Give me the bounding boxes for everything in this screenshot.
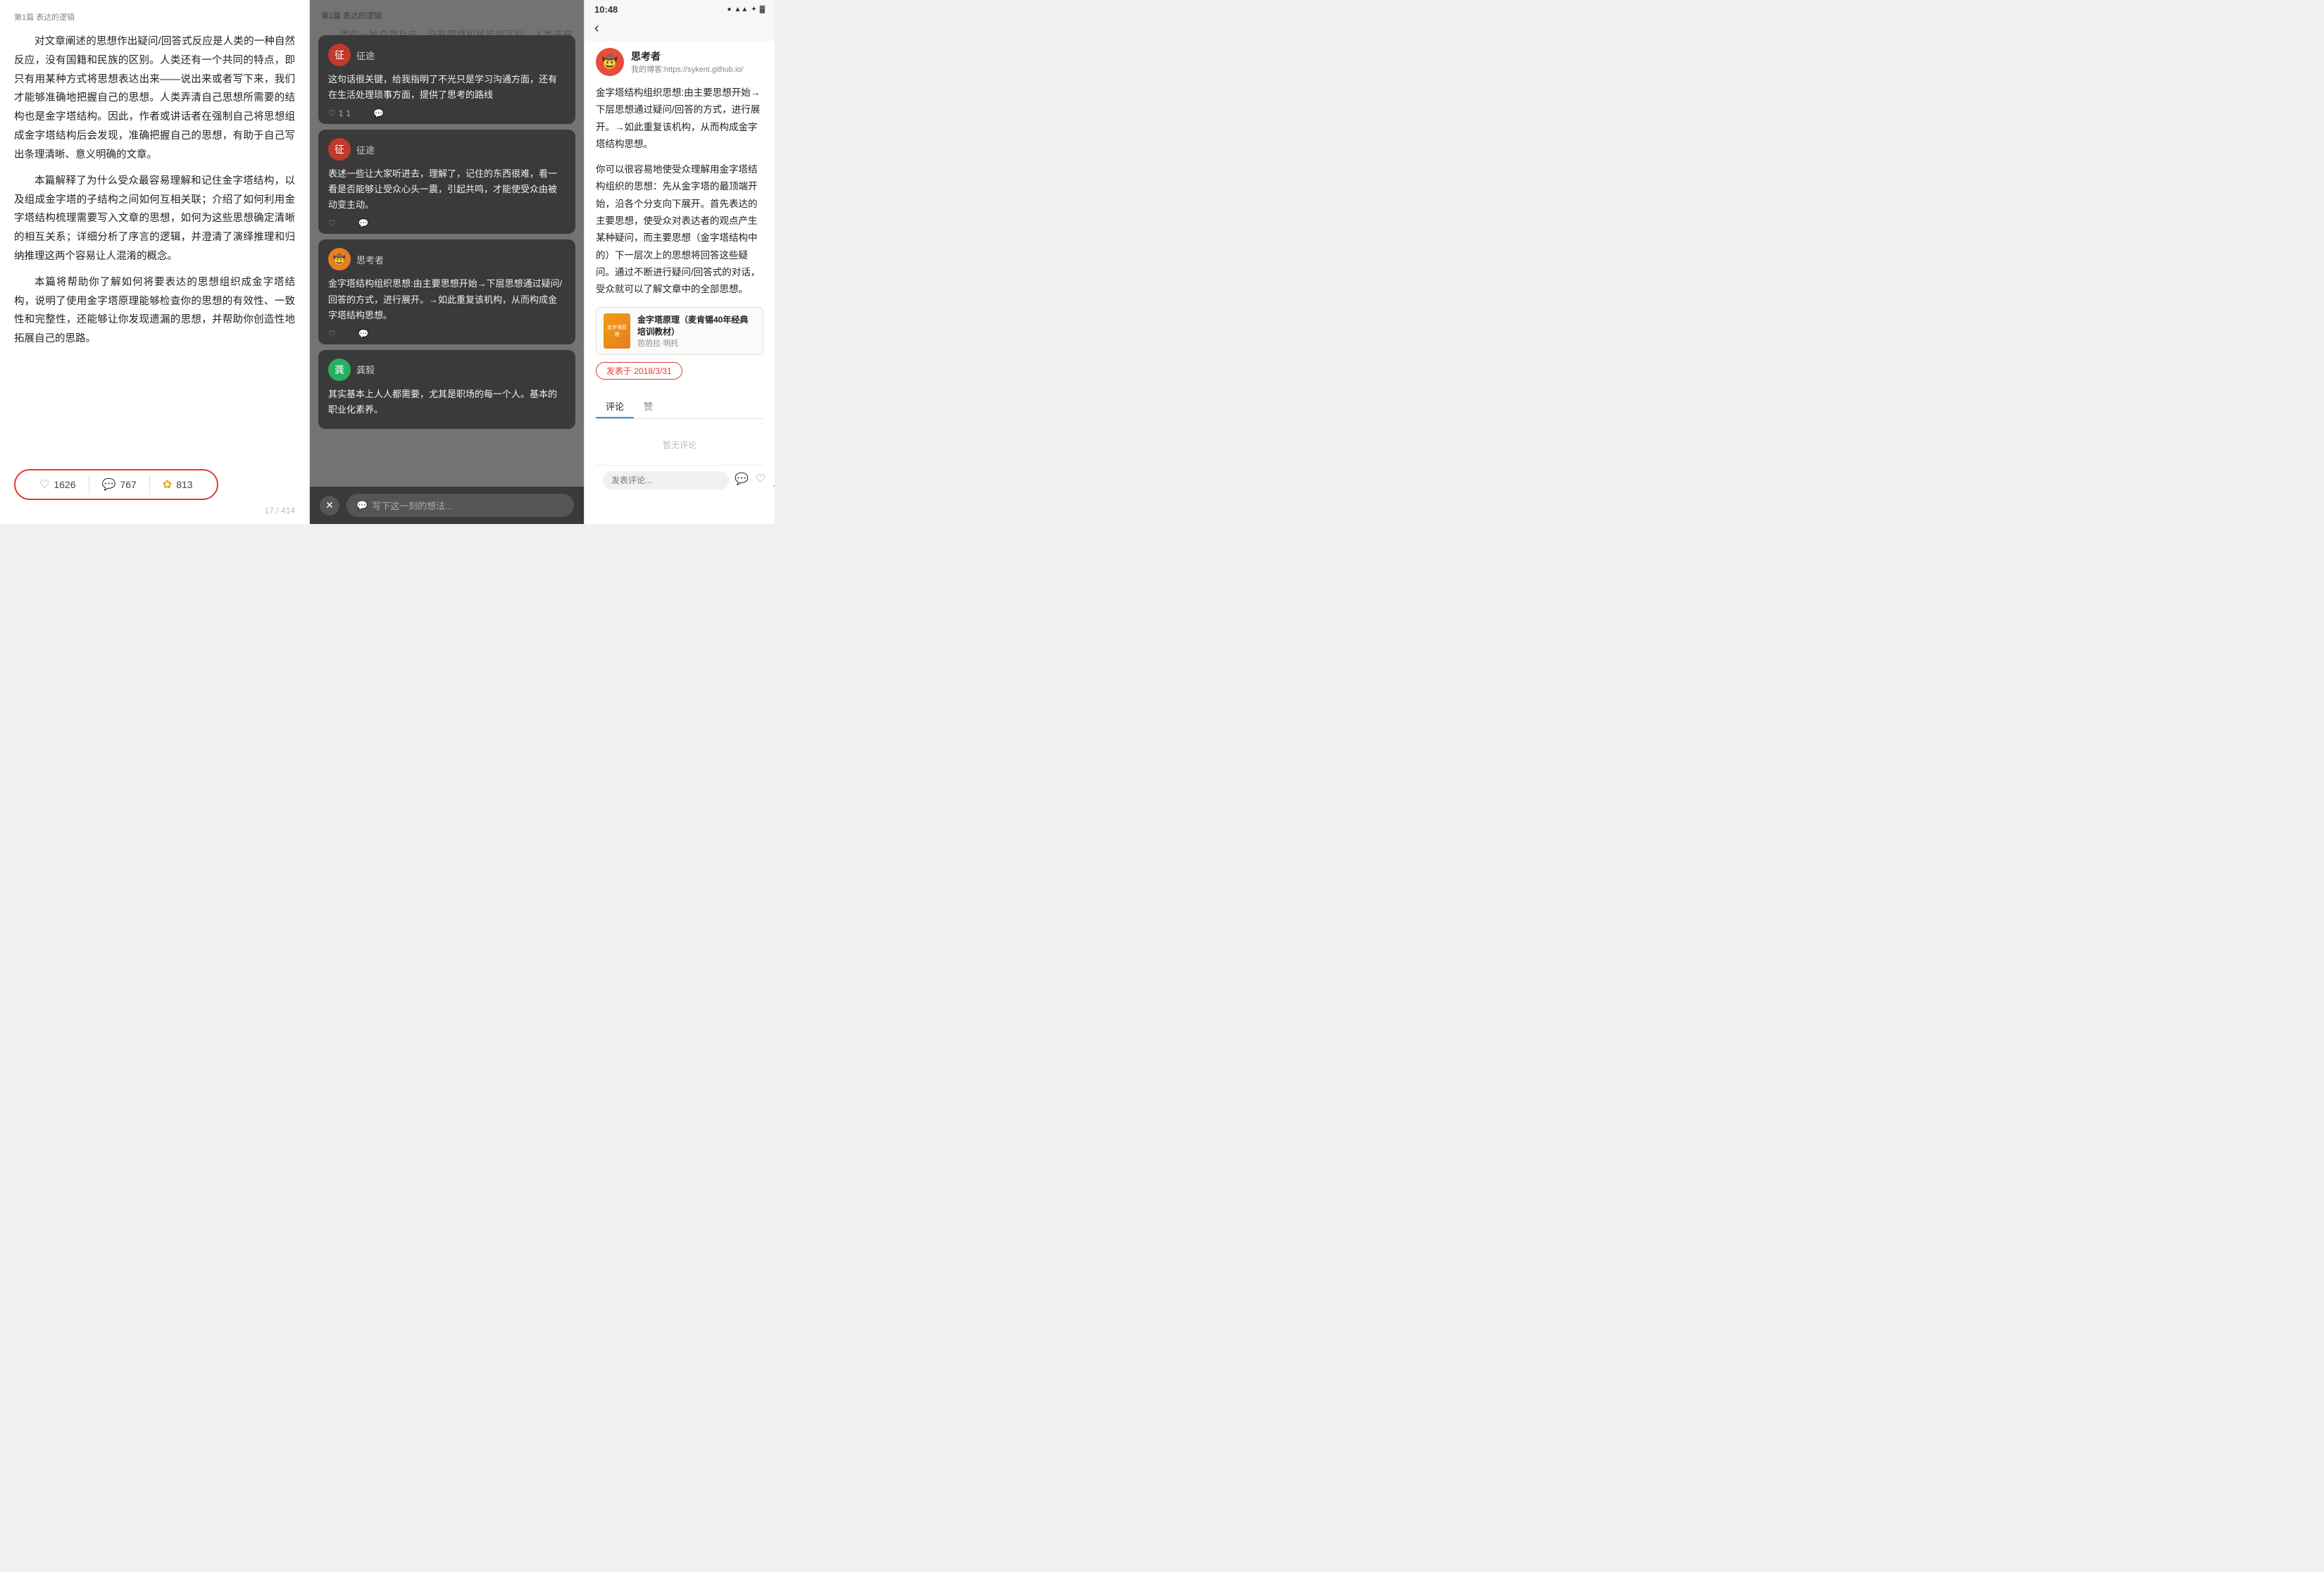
avatar-4: 龚 [328,358,351,381]
comment-actions-1: ♡ 11 💬 [328,108,566,118]
reply-action-3[interactable]: 💬 [358,329,369,339]
book-card[interactable]: 金字塔原理 金字塔原理（麦肯锡40年经典培训教材） 芭芭拉·明托 [596,307,763,355]
comment-text-4: 其实基本上人人都需要，尤其是职场的每一个人。基本的职业化素养。 [328,387,566,418]
reply-action-2[interactable]: 💬 [358,218,369,228]
action-row: ♡ 1626 💬 767 ✿ 813 [14,469,218,500]
username-2: 征途 [356,143,375,156]
status-bar: 10:48 ● ▲▲ ✦ ▓ [585,0,775,18]
avatar-3: 🤠 [328,248,351,270]
share-icon-bottom[interactable]: ⤴ [773,472,775,489]
tab-likes[interactable]: 赞 [634,395,663,418]
nav-bar: ‹ [585,18,775,41]
tabs-row: 评论 赞 [596,395,763,419]
author-info: 思考者 我的博客:https://sykent.github.io/ [631,49,744,75]
comment-text-3: 金字塔结构组织思想:由主要思想开始→下层思想通过疑问/回答的方式，进行展开。→如… [328,276,566,323]
like-action-3[interactable]: ♡ [328,329,336,339]
comment-actions-3: ♡ 💬 [328,329,566,339]
page-number: 17 / 414 [14,506,295,516]
overlay: 征 征途 这句话很关键，给我指明了不光只是学习沟通方面，还有在生活处理琐事方面，… [310,0,584,524]
tab-comments[interactable]: 评论 [596,395,634,418]
author-avatar: 🤠 [596,48,624,76]
book-cover-text: 金字塔原理 [604,322,630,340]
heart-icon-bottom[interactable]: ♡ [756,472,766,489]
paragraph-2: 本篇解释了为什么受众最容易理解和记住金字塔结构，以及组成金字塔的子结构之间如何互… [14,172,295,266]
user-row-2: 征 征途 [328,138,566,161]
paragraph-1: 对文章阐述的思想作出疑问/回答式反应是人类的一种自然反应，没有国籍和民族的区别。… [14,32,295,165]
comment-card-2: 征 征途 表述一些让大家听进去，理解了，记住的东西很难，看一看是否能够让受众心头… [318,130,575,234]
book-author: 芭芭拉·明托 [637,337,756,349]
comment-placeholder: 写下这一刻的想法... [372,499,453,512]
comments-panel: 第1篇 表达的逻辑 类的一种自然反应，没有国籍和民族的区别。人类还有一个共同的特… [310,0,585,524]
avatar-2: 征 [328,138,351,161]
bottom-bar: ♡ 1626 💬 767 ✿ 813 17 / 414 [14,462,295,516]
signal-icon: ▲▲ [735,6,749,13]
paragraph-3: 本篇将帮助你了解如何将要表达的思想组织成金字塔结构，说明了使用金字塔原理能够检查… [14,273,295,349]
wifi-icon: ✦ [751,6,756,13]
username-3: 思考者 [356,253,384,266]
comment-input-field[interactable] [603,471,729,489]
comment-card-1: 征 征途 这句话很关键，给我指明了不光只是学习沟通方面，还有在生活处理琐事方面，… [318,35,575,124]
like-action-2[interactable]: ♡ [328,218,336,228]
author-name: 思考者 [631,49,744,63]
reading-panel: 第1篇 表达的逻辑 对文章阐述的思想作出疑问/回答式反应是人类的一种自然反应，没… [0,0,310,524]
like-action-1[interactable]: ♡ 11 [328,108,351,118]
battery-full-icon: ▓ [760,6,765,13]
article-sub-text: 你可以很容易地使受众理解用金字塔结构组织的思想：先从金字塔的最顶端开始，沿各个分… [596,161,763,298]
like-button[interactable]: ♡ 1626 [27,475,89,494]
date-badge: 发表于 2018/3/31 [596,362,682,380]
book-content: 对文章阐述的思想作出疑问/回答式反应是人类的一种自然反应，没有国籍和民族的区别。… [14,32,295,452]
username-4: 龚毅 [356,363,375,376]
comment-icon: 💬 [102,478,116,492]
no-comment: 暂无评论 [596,425,763,465]
breadcrumb-1: 第1篇 表达的逻辑 [14,11,295,23]
comment-button[interactable]: 💬 767 [89,475,150,494]
share-icon: ✿ [163,478,172,492]
comment-card-3: 🤠 思考者 金字塔结构组织思想:由主要思想开始→下层思想通过疑问/回答的方式，进… [318,239,575,344]
status-icons: ● ▲▲ ✦ ▓ [727,6,765,13]
username-1: 征途 [356,49,375,62]
comment-text-2: 表述一些让大家听进去，理解了，记住的东西很难，看一看是否能够让受众心头一震，引起… [328,166,566,213]
author-blog[interactable]: 我的博客:https://sykent.github.io/ [631,63,744,75]
bottom-icons: 💬 ♡ ⤴ [735,472,775,489]
like-count: 1626 [54,479,75,490]
user-row-1: 征 征途 [328,44,566,66]
share-count: 813 [176,479,192,490]
close-button[interactable]: ✕ [320,496,339,516]
user-row-4: 龚 龚毅 [328,358,566,381]
comment-input-bar: ✕ 💬 写下这一刻的想法... [310,487,584,524]
article-detail-panel: 10:48 ● ▲▲ ✦ ▓ ‹ 🤠 思考者 我的博客:https://syke… [585,0,775,524]
comment-text-1: 这句话很关键，给我指明了不光只是学习沟通方面，还有在生活处理琐事方面，提供了思考… [328,72,566,103]
share-button[interactable]: ✿ 813 [150,475,206,494]
avatar-1: 征 [328,44,351,66]
author-row: 🤠 思考者 我的博客:https://sykent.github.io/ [596,48,763,76]
status-time: 10:48 [594,4,618,15]
article-main-text: 金字塔结构组织思想:由主要思想开始→下层思想通过疑问/回答的方式，进行展开。→如… [596,85,763,153]
comment-count: 767 [120,479,136,490]
book-cover: 金字塔原理 [604,313,630,349]
reply-action-1[interactable]: 💬 [373,108,384,118]
comment-input-row: 💬 ♡ ⤴ [596,465,763,495]
book-title: 金字塔原理（麦肯锡40年经典培训教材） [637,313,756,337]
heart-icon: ♡ [39,478,49,492]
comment-card-4: 龚 龚毅 其实基本上人人都需要，尤其是职场的每一个人。基本的职业化素养。 [318,350,575,429]
book-info: 金字塔原理（麦肯锡40年经典培训教材） 芭芭拉·明托 [637,313,756,349]
battery-icon: ● [727,6,731,13]
comment-input-area[interactable]: 💬 写下这一刻的想法... [346,494,574,517]
comment-actions-2: ♡ 💬 [328,218,566,228]
article-body: 🤠 思考者 我的博客:https://sykent.github.io/ 金字塔… [585,41,775,524]
back-button[interactable]: ‹ [594,20,599,37]
reply-icon[interactable]: 💬 [735,472,749,489]
comment-icon-input: 💬 [356,500,368,511]
user-row-3: 🤠 思考者 [328,248,566,270]
